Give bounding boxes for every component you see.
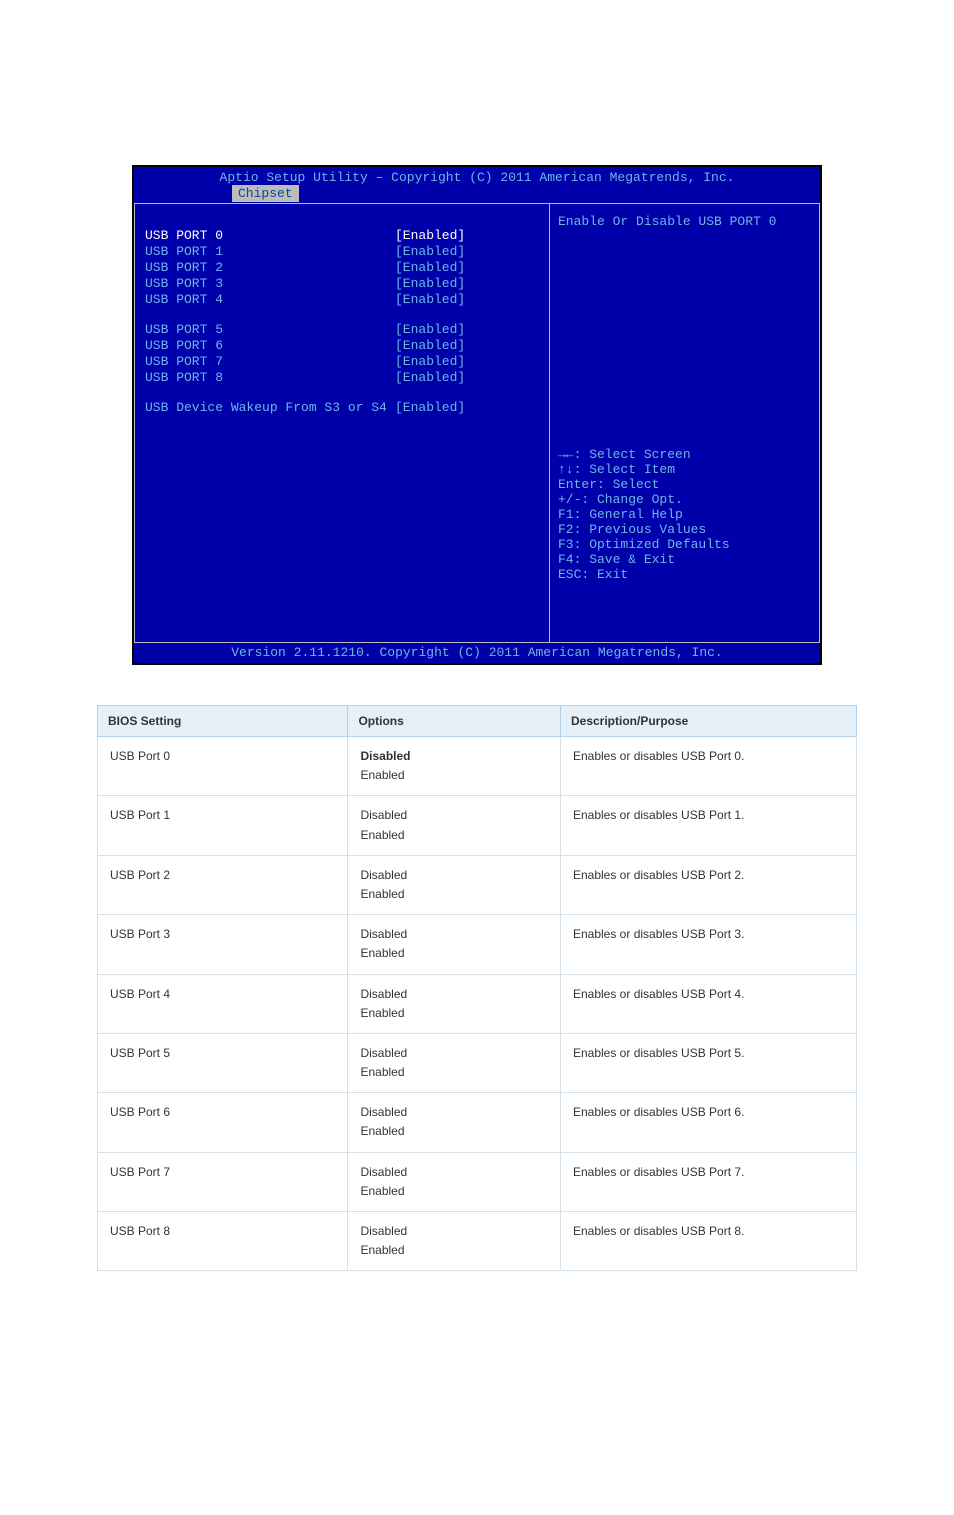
table-row: USB Port 1DisabledEnabledEnables or disa… xyxy=(98,796,857,855)
cell-options: DisabledEnabled xyxy=(348,1033,561,1092)
nav-hint: ESC: Exit xyxy=(558,567,811,582)
table-row: USB Port 7DisabledEnabledEnables or disa… xyxy=(98,1152,857,1211)
bios-label: USB PORT 6 xyxy=(145,338,395,354)
bios-row[interactable]: USB PORT 2[Enabled] xyxy=(145,260,549,276)
cell-setting: USB Port 8 xyxy=(98,1212,348,1271)
table-row: USB Port 2DisabledEnabledEnables or disa… xyxy=(98,855,857,914)
bios-value: [Enabled] xyxy=(395,276,465,292)
cell-description: Enables or disables USB Port 4. xyxy=(560,974,856,1033)
cell-description: Enables or disables USB Port 2. xyxy=(560,855,856,914)
cell-options: DisabledEnabled xyxy=(348,1093,561,1152)
cell-description: Enables or disables USB Port 3. xyxy=(560,915,856,974)
cell-setting: USB Port 7 xyxy=(98,1152,348,1211)
bios-value: [Enabled] xyxy=(395,292,465,308)
bios-title: Aptio Setup Utility – Copyright (C) 2011… xyxy=(134,167,820,185)
cell-description: Enables or disables USB Port 1. xyxy=(560,796,856,855)
table-body: USB Port 0DisabledEnabledEnables or disa… xyxy=(98,737,857,1271)
table-row: USB Port 4DisabledEnabledEnables or disa… xyxy=(98,974,857,1033)
bios-label: USB PORT 3 xyxy=(145,276,395,292)
bios-label: USB PORT 5 xyxy=(145,322,395,338)
bios-label: USB PORT 4 xyxy=(145,292,395,308)
bios-value: [Enabled] xyxy=(395,244,465,260)
nav-hint: F1: General Help xyxy=(558,507,811,522)
bios-row[interactable]: USB PORT 0[Enabled] xyxy=(145,228,549,244)
table-header-row: BIOS Setting Options Description/Purpose xyxy=(98,706,857,737)
cell-setting: USB Port 2 xyxy=(98,855,348,914)
cell-description: Enables or disables USB Port 7. xyxy=(560,1152,856,1211)
table-row: USB Port 6DisabledEnabledEnables or disa… xyxy=(98,1093,857,1152)
nav-hint: Enter: Select xyxy=(558,477,811,492)
table-row: USB Port 3DisabledEnabledEnables or disa… xyxy=(98,915,857,974)
cell-description: Enables or disables USB Port 0. xyxy=(560,737,856,796)
nav-hint: ↑↓: Select Item xyxy=(558,462,811,477)
cell-setting: USB Port 3 xyxy=(98,915,348,974)
settings-table: BIOS Setting Options Description/Purpose… xyxy=(97,705,857,1271)
cell-options: DisabledEnabled xyxy=(348,855,561,914)
cell-description: Enables or disables USB Port 6. xyxy=(560,1093,856,1152)
nav-hint: F3: Optimized Defaults xyxy=(558,537,811,552)
bios-row[interactable]: USB PORT 4[Enabled] xyxy=(145,292,549,308)
bios-value: [Enabled] xyxy=(395,354,465,370)
bios-nav-hints: →←: Select Screen ↑↓: Select Item Enter:… xyxy=(558,447,811,632)
bios-help-pane: Enable Or Disable USB PORT 0 →←: Select … xyxy=(549,203,820,643)
cell-options: DisabledEnabled xyxy=(348,915,561,974)
bios-screenshot: Aptio Setup Utility – Copyright (C) 2011… xyxy=(132,165,822,665)
table-row: USB Port 8DisabledEnabledEnables or disa… xyxy=(98,1212,857,1271)
col-header-options: Options xyxy=(348,706,561,737)
nav-hint: F4: Save & Exit xyxy=(558,552,811,567)
col-header-description: Description/Purpose xyxy=(560,706,856,737)
col-header-setting: BIOS Setting xyxy=(98,706,348,737)
bios-footer: Version 2.11.1210. Copyright (C) 2011 Am… xyxy=(134,643,820,663)
table-row: USB Port 0DisabledEnabledEnables or disa… xyxy=(98,737,857,796)
bios-label: USB PORT 1 xyxy=(145,244,395,260)
cell-setting: USB Port 4 xyxy=(98,974,348,1033)
nav-hint: +/-: Change Opt. xyxy=(558,492,811,507)
bios-row[interactable]: USB PORT 3[Enabled] xyxy=(145,276,549,292)
cell-setting: USB Port 6 xyxy=(98,1093,348,1152)
bios-value: [Enabled] xyxy=(395,228,465,244)
bios-tab-row: Chipset xyxy=(134,185,820,203)
cell-options: DisabledEnabled xyxy=(348,974,561,1033)
nav-hint: F2: Previous Values xyxy=(558,522,811,537)
bios-label: USB PORT 7 xyxy=(145,354,395,370)
bios-tab-chipset[interactable]: Chipset xyxy=(232,185,299,202)
bios-value: [Enabled] xyxy=(395,338,465,354)
bios-settings-pane: USB PORT 0[Enabled] USB PORT 1[Enabled] … xyxy=(134,203,549,643)
cell-description: Enables or disables USB Port 5. xyxy=(560,1033,856,1092)
cell-setting: USB Port 1 xyxy=(98,796,348,855)
bios-label: USB PORT 8 xyxy=(145,370,395,386)
bios-label: USB PORT 2 xyxy=(145,260,395,276)
cell-description: Enables or disables USB Port 8. xyxy=(560,1212,856,1271)
bios-help-text: Enable Or Disable USB PORT 0 xyxy=(558,214,811,229)
cell-setting: USB Port 0 xyxy=(98,737,348,796)
cell-options: DisabledEnabled xyxy=(348,796,561,855)
bios-label: USB Device Wakeup From S3 or S4 xyxy=(145,400,395,416)
bios-value: [Enabled] xyxy=(395,322,465,338)
cell-options: DisabledEnabled xyxy=(348,737,561,796)
bios-row[interactable]: USB PORT 6[Enabled] xyxy=(145,338,549,354)
cell-options: DisabledEnabled xyxy=(348,1152,561,1211)
cell-options: DisabledEnabled xyxy=(348,1212,561,1271)
bios-value: [Enabled] xyxy=(395,400,465,416)
bios-label: USB PORT 0 xyxy=(145,228,395,244)
bios-row[interactable]: USB PORT 8[Enabled] xyxy=(145,370,549,386)
bios-row[interactable]: USB Device Wakeup From S3 or S4[Enabled] xyxy=(145,400,549,416)
bios-row[interactable]: USB PORT 1[Enabled] xyxy=(145,244,549,260)
bios-value: [Enabled] xyxy=(395,370,465,386)
cell-setting: USB Port 5 xyxy=(98,1033,348,1092)
bios-value: [Enabled] xyxy=(395,260,465,276)
bios-row[interactable]: USB PORT 5[Enabled] xyxy=(145,322,549,338)
bios-row[interactable]: USB PORT 7[Enabled] xyxy=(145,354,549,370)
bios-body: USB PORT 0[Enabled] USB PORT 1[Enabled] … xyxy=(134,203,820,643)
nav-hint: →←: Select Screen xyxy=(558,447,811,462)
table-row: USB Port 5DisabledEnabledEnables or disa… xyxy=(98,1033,857,1092)
